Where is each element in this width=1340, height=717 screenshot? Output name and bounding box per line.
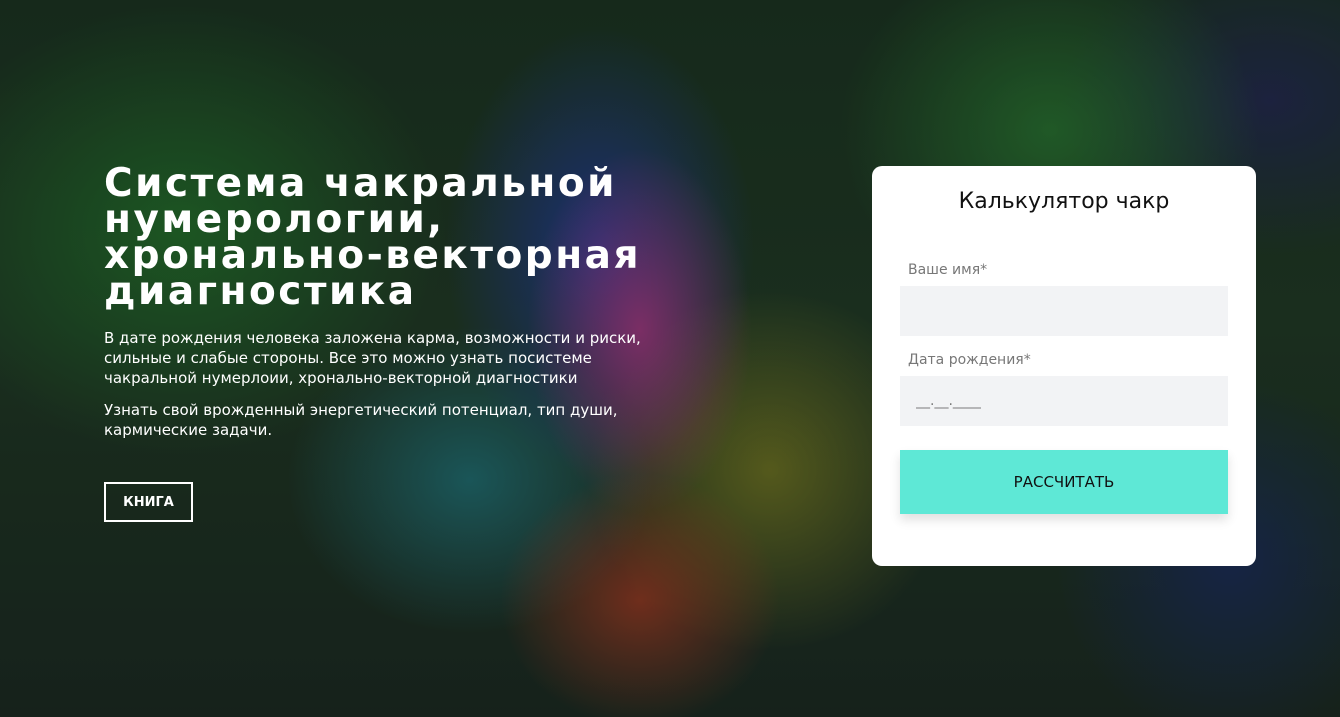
name-field-label: Ваше имя* [908,262,988,278]
calculate-button[interactable]: РАССЧИТАТЬ [900,450,1228,514]
book-button[interactable]: КНИГА [104,482,193,522]
birth-date-input[interactable] [900,376,1228,426]
hero-description: В дате рождения человека заложена карма,… [104,329,641,387]
hero-section: Система чакральной нумерологии, хрональн… [0,0,1340,717]
hero-subdescription: Узнать свой врожденный энергетический по… [104,401,618,439]
page-title: Система чакральной нумерологии, хрональн… [104,164,704,314]
calculator-title: Калькулятор чакр [958,189,1170,214]
chakra-calculator-form: Калькулятор чакр Ваше имя* Дата рождения… [872,166,1256,566]
page-title-line: диагностика [104,269,417,314]
name-input[interactable] [900,286,1228,336]
hero-content: Система чакральной нумерологии, хрональн… [104,164,704,440]
birth-date-field-label: Дата рождения* [908,352,1031,368]
